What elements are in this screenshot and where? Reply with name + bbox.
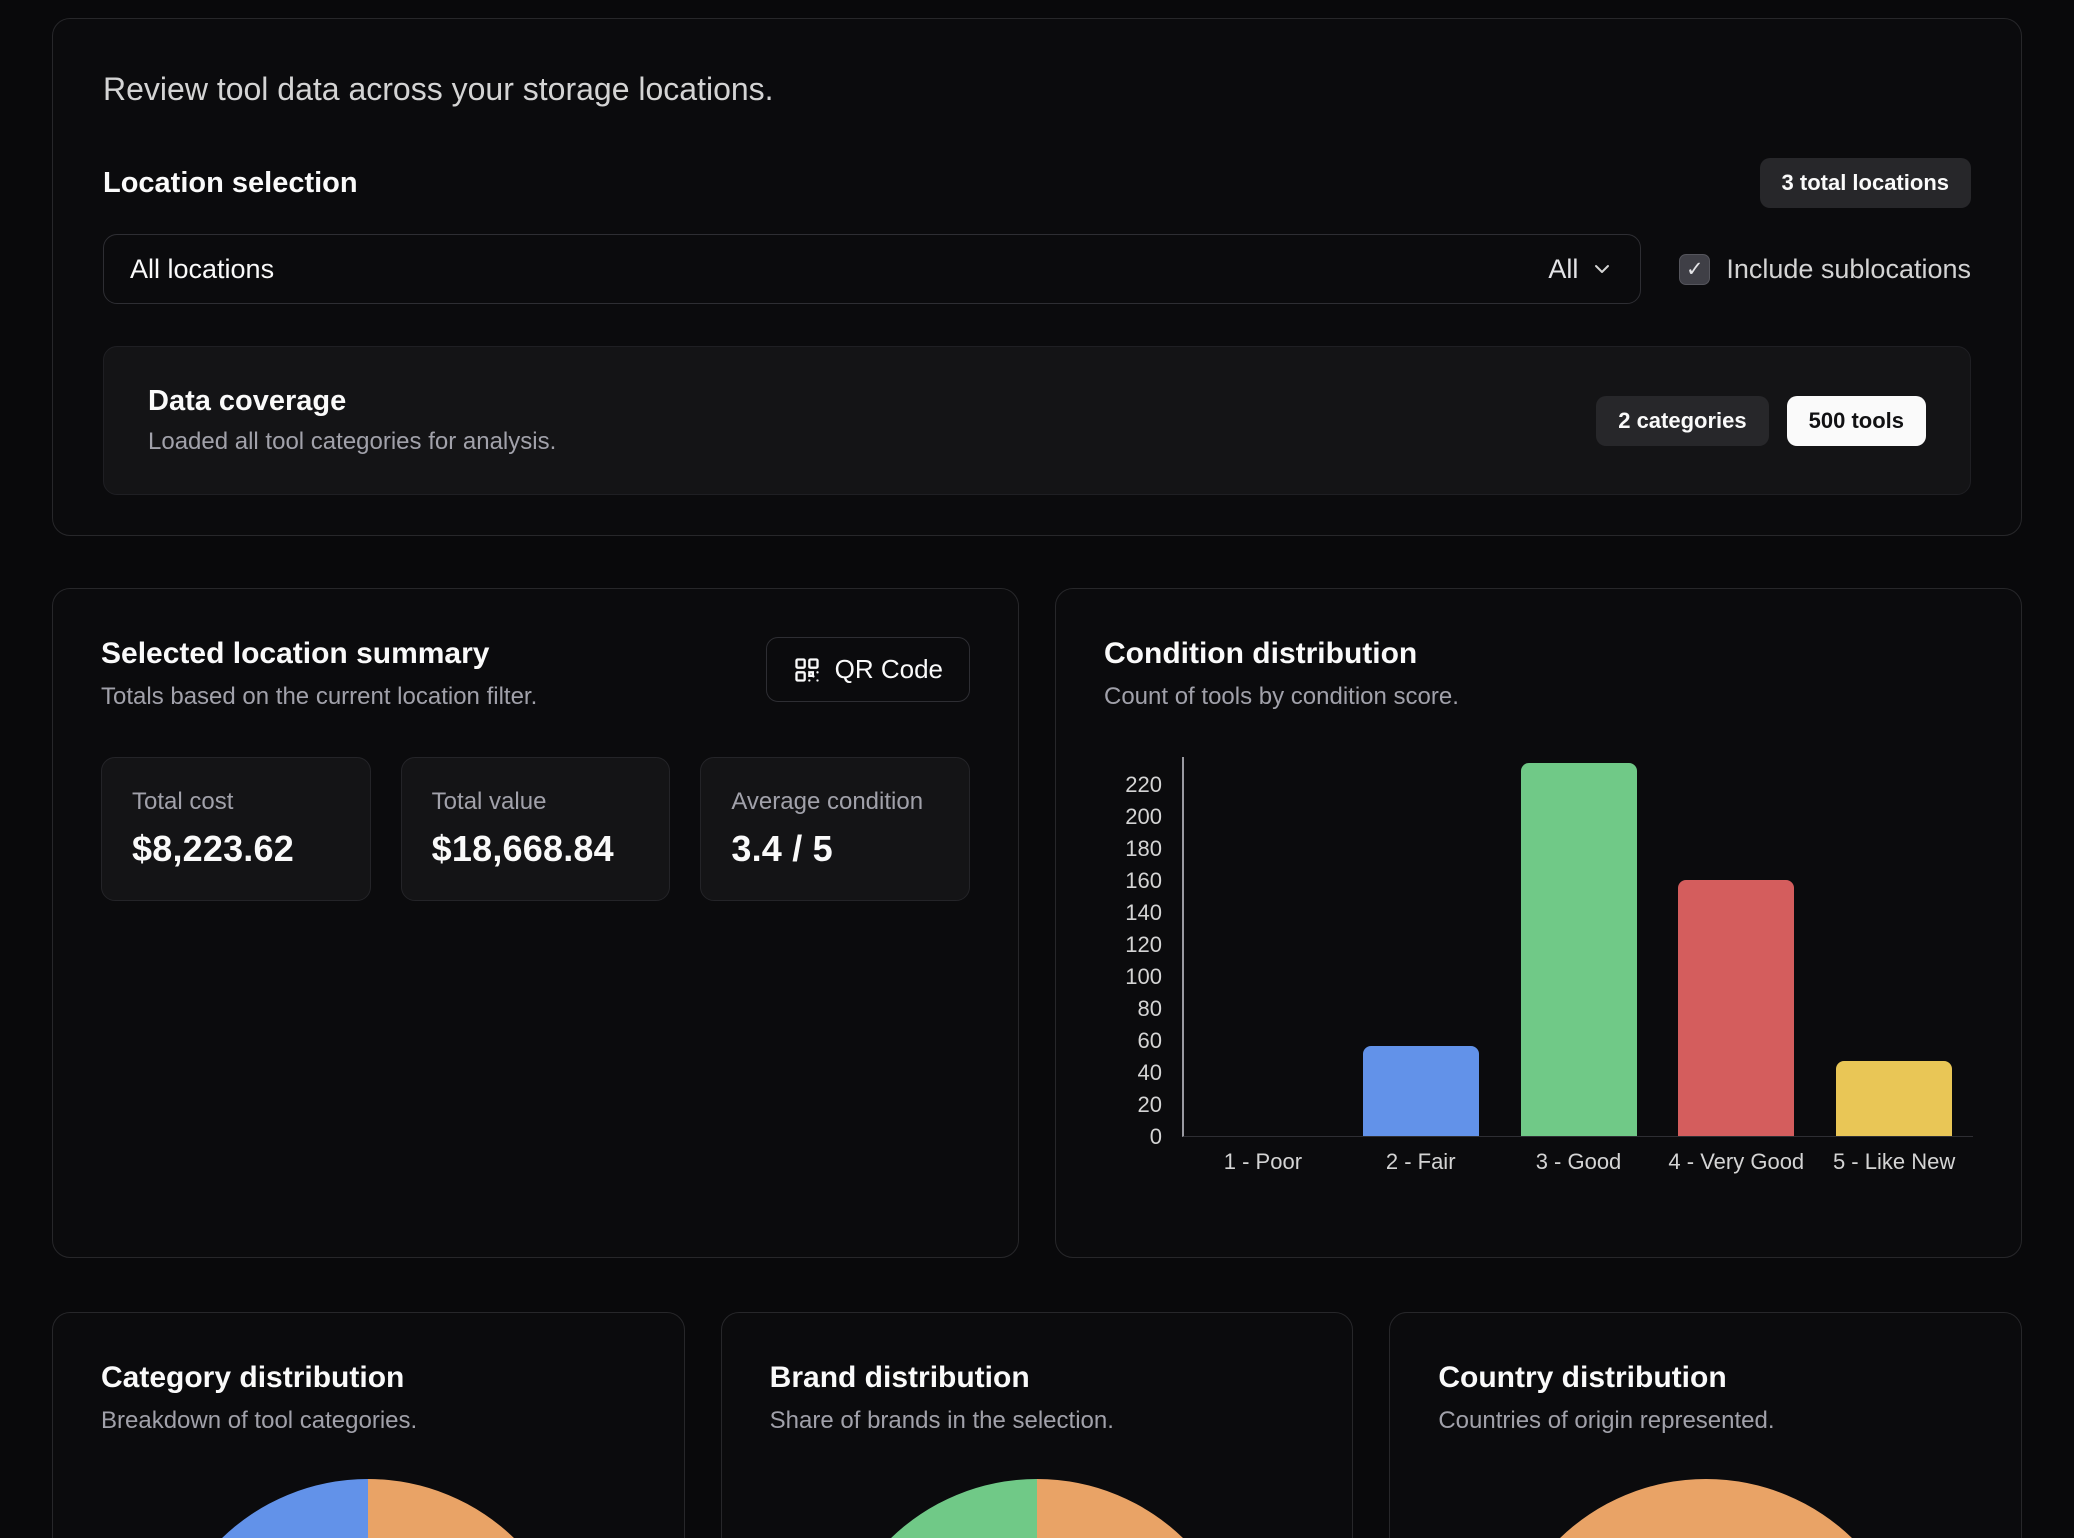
category-distribution-card: Category distribution Breakdown of tool … [52, 1312, 685, 1538]
y-axis-tick-label: 220 [1104, 771, 1162, 799]
brand-distribution-card: Brand distribution Share of brands in th… [721, 1312, 1354, 1538]
middle-row: Selected location summary Totals based o… [52, 588, 2022, 1258]
country-pie-chart[interactable] [1496, 1479, 1916, 1538]
bar-5-like-new[interactable] [1836, 1061, 1952, 1136]
categories-count-badge: 2 categories [1596, 396, 1768, 446]
summary-stats-row: Total cost $8,223.62 Total value $18,668… [101, 757, 970, 901]
location-panel: Review tool data across your storage loc… [52, 18, 2022, 536]
y-axis-tick-label: 20 [1104, 1091, 1162, 1119]
dashboard-page: Review tool data across your storage loc… [0, 0, 2074, 1538]
tools-count-badge: 500 tools [1787, 396, 1926, 446]
qr-code-button[interactable]: QR Code [766, 637, 970, 702]
condition-card-subtitle: Count of tools by condition score. [1104, 683, 1973, 711]
brand-card-subtitle: Share of brands in the selection. [770, 1407, 1305, 1435]
stat-label: Total cost [132, 788, 340, 816]
y-axis-tick-label: 140 [1104, 899, 1162, 927]
total-locations-badge: 3 total locations [1760, 158, 1971, 208]
y-axis-tick-label: 60 [1104, 1027, 1162, 1055]
country-distribution-card: Country distribution Countries of origin… [1389, 1312, 2022, 1538]
brand-pie-chart[interactable] [827, 1479, 1247, 1538]
location-select-row: All locations All ✓ Include sublocations [103, 234, 1971, 304]
stat-value: $18,668.84 [432, 828, 640, 870]
selected-location-summary-card: Selected location summary Totals based o… [52, 588, 1019, 1258]
location-heading-row: Location selection 3 total locations [103, 158, 1971, 208]
data-coverage-subtitle: Loaded all tool categories for analysis. [148, 428, 556, 456]
location-select[interactable]: All locations All [103, 234, 1641, 304]
y-axis-tick-label: 0 [1104, 1123, 1162, 1151]
bottom-row: Category distribution Breakdown of tool … [52, 1312, 2022, 1538]
summary-title: Selected location summary [101, 637, 537, 671]
brand-card-title: Brand distribution [770, 1361, 1305, 1395]
category-pie-chart[interactable] [158, 1479, 578, 1538]
total-cost-tile: Total cost $8,223.62 [101, 757, 371, 901]
condition-card-title: Condition distribution [1104, 637, 1973, 671]
include-sublocations-checkbox[interactable]: ✓ [1679, 254, 1710, 285]
stat-label: Total value [432, 788, 640, 816]
data-coverage-panel: Data coverage Loaded all tool categories… [103, 346, 1971, 495]
y-axis-tick-label: 80 [1104, 995, 1162, 1023]
bar-2-fair[interactable] [1363, 1046, 1479, 1136]
location-select-count: All [1548, 254, 1578, 285]
category-card-title: Category distribution [101, 1361, 636, 1395]
data-coverage-text: Data coverage Loaded all tool categories… [148, 385, 556, 456]
location-selection-heading: Location selection [103, 167, 358, 200]
location-select-value: All locations [130, 254, 274, 285]
y-axis-tick-label: 180 [1104, 835, 1162, 863]
country-card-subtitle: Countries of origin represented. [1438, 1407, 1973, 1435]
qr-button-label: QR Code [835, 654, 943, 685]
include-sublocations-toggle[interactable]: ✓ Include sublocations [1679, 254, 1971, 285]
summary-header: Selected location summary Totals based o… [101, 637, 970, 711]
include-sublocations-label: Include sublocations [1726, 254, 1971, 285]
x-axis-tick-label: 5 - Like New [1794, 1149, 1994, 1175]
category-card-subtitle: Breakdown of tool categories. [101, 1407, 636, 1435]
y-axis-tick-label: 200 [1104, 803, 1162, 831]
stat-value: 3.4 / 5 [731, 828, 939, 870]
y-axis-tick-label: 100 [1104, 963, 1162, 991]
average-condition-tile: Average condition 3.4 / 5 [700, 757, 970, 901]
bar-3-good[interactable] [1521, 763, 1637, 1136]
chevron-down-icon [1590, 257, 1614, 281]
country-card-title: Country distribution [1438, 1361, 1973, 1395]
total-value-tile: Total value $18,668.84 [401, 757, 671, 901]
bar-chart-plot-area: 1 - Poor2 - Fair3 - Good4 - Very Good5 -… [1182, 757, 1973, 1137]
summary-subtitle: Totals based on the current location fil… [101, 683, 537, 711]
y-axis-tick-label: 120 [1104, 931, 1162, 959]
y-axis-tick-label: 160 [1104, 867, 1162, 895]
qr-code-icon [793, 656, 821, 684]
coverage-badges: 2 categories 500 tools [1596, 396, 1926, 446]
condition-distribution-card: Condition distribution Count of tools by… [1055, 588, 2022, 1258]
stat-label: Average condition [731, 788, 939, 816]
stat-value: $8,223.62 [132, 828, 340, 870]
y-axis-tick-label: 40 [1104, 1059, 1162, 1087]
location-select-right: All [1548, 254, 1614, 285]
summary-title-block: Selected location summary Totals based o… [101, 637, 537, 711]
intro-text: Review tool data across your storage loc… [103, 71, 1971, 108]
data-coverage-title: Data coverage [148, 385, 556, 418]
bar-4-very-good[interactable] [1678, 880, 1794, 1136]
condition-bar-chart: 1 - Poor2 - Fair3 - Good4 - Very Good5 -… [1104, 757, 1973, 1197]
